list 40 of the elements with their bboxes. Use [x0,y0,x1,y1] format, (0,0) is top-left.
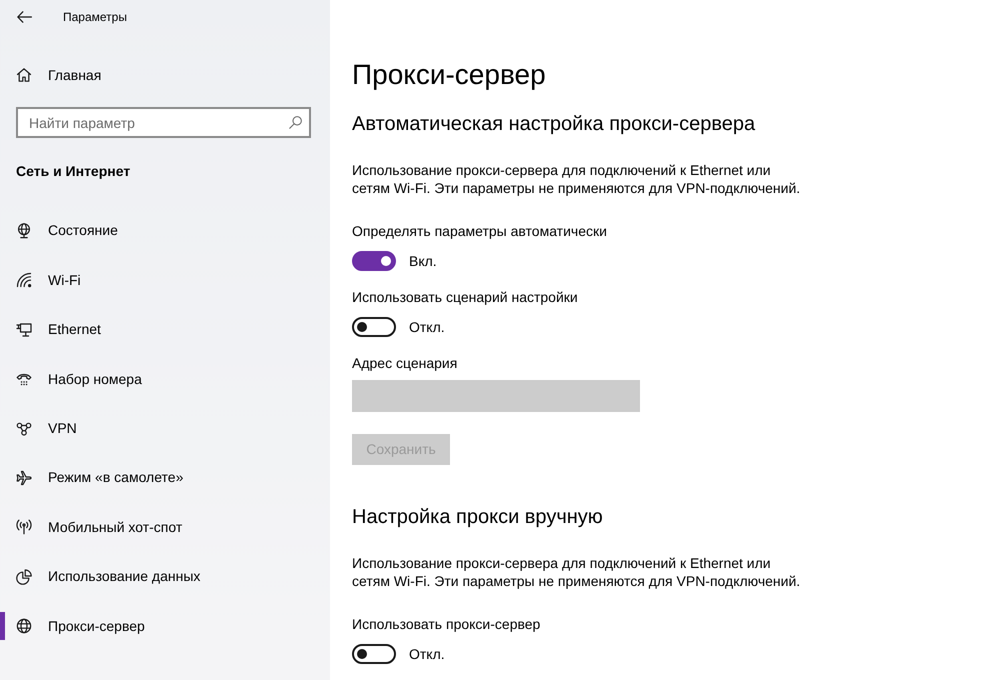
pie-chart-icon [16,568,32,585]
search-field[interactable]: Найти параметр [16,107,311,138]
section-heading: Настройка прокси вручную [352,505,603,530]
monitor-icon [16,322,32,338]
home-icon [16,67,32,83]
section-description: Использование прокси-сервера для подключений к Ethernet или сетям Wi-Fi. Эти параметры не применяются для VPN-подключений. [352,554,802,590]
sidebar-item[interactable]: Набор номера [0,354,330,404]
toggle-label: Определять параметры автоматически [352,222,607,241]
wifi-icon [16,272,32,288]
globe-stand-icon [16,222,32,239]
home-nav-item[interactable]: Главная [0,55,330,95]
antenna-icon [16,519,32,536]
phone-icon [16,371,32,388]
airplane-icon [16,470,32,486]
sidebar-item[interactable]: VPN [0,404,330,454]
toggle-state-text: Вкл. [409,252,437,271]
sidebar-item[interactable]: Ethernet [0,305,330,354]
toggle-label: Использовать прокси-сервер [352,615,540,634]
arrow-left-icon [16,11,32,23]
section-heading: Автоматическая настройка прокси-сервера [352,112,756,137]
toggle-switch[interactable] [352,317,396,337]
page-title: Прокси-сервер [352,58,546,92]
sidebar-item[interactable]: Прокси-сервер [0,601,330,651]
toggle-state-text: Откл. [409,645,445,664]
toggle-state-text: Откл. [409,318,445,337]
field-label: Адрес сценария [352,354,458,373]
window-title: Параметры [63,9,127,25]
linked-circles-icon [16,420,32,437]
search-icon [289,116,302,129]
sidebar-item[interactable]: Мобильный хот-спот [0,502,330,552]
toggle-switch[interactable] [352,251,396,271]
toggle-label: Использовать сценарий настройки [352,288,578,307]
sidebar-item[interactable]: Режим «в самолете» [0,453,330,503]
toggle-switch[interactable] [352,644,396,664]
section-description: Использование прокси-сервера для подключений к Ethernet или сетям Wi-Fi. Эти параметры не применяются для VPN-подключений. [352,161,802,197]
section-title: Сеть и Интернет [16,162,130,181]
globe-icon [16,618,32,634]
sidebar-item[interactable]: Wi-Fi [0,256,330,306]
sidebar-item[interactable]: Состояние [0,206,330,256]
sidebar-item[interactable]: Использование данных [0,552,330,602]
